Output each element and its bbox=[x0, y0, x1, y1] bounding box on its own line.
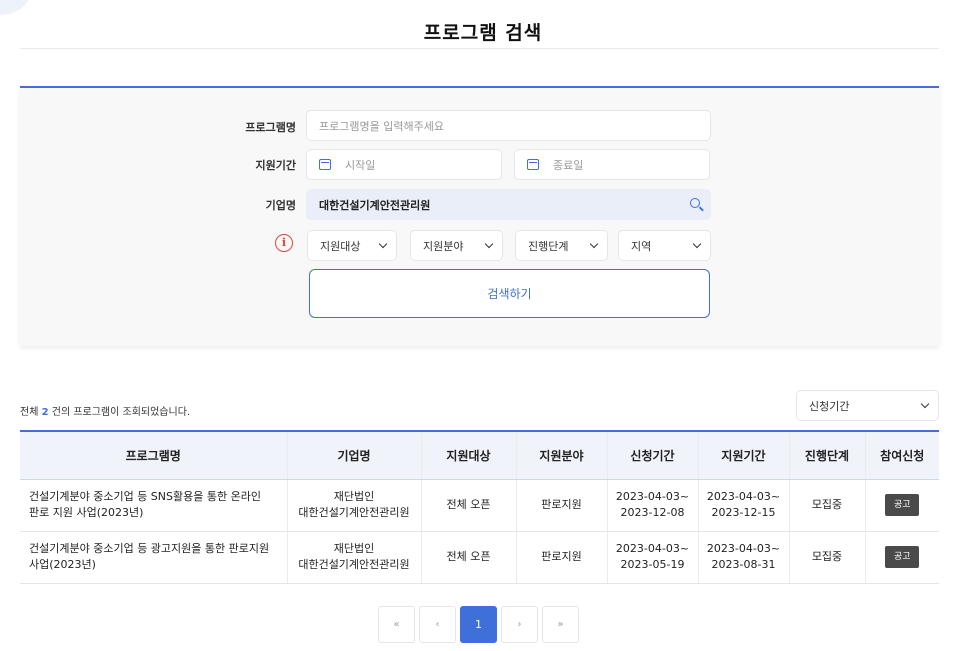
end-date-input[interactable]: 종료일 bbox=[514, 149, 710, 180]
company-line2: 대한건설기계안전관리원 bbox=[298, 506, 410, 519]
column-header-target: 지원대상 bbox=[421, 430, 517, 480]
search-panel: 프로그램명 프로그램명을 입력해주세요 지원기간 시작일 종료일 기업명 대한건… bbox=[20, 86, 939, 346]
start-date-placeholder: 시작일 bbox=[345, 158, 376, 172]
chevron-down-icon bbox=[692, 239, 702, 249]
company-line1: 재단법인 bbox=[333, 542, 375, 555]
sort-select[interactable]: 신청기간 bbox=[796, 390, 939, 421]
stage-select[interactable]: 진행단계 bbox=[515, 230, 608, 261]
stage-cell: 모집중 bbox=[789, 479, 866, 532]
apply-end: 2023-05-19 bbox=[620, 558, 685, 571]
table-row: 건설기계분야 중소기업 등 SNS활용을 통한 온라인 판로 지원 사업(202… bbox=[20, 479, 939, 532]
support-period-label: 지원기간 bbox=[255, 159, 296, 172]
chevron-down-icon bbox=[589, 239, 599, 249]
calendar-icon bbox=[319, 159, 331, 170]
field-select-value: 지원분야 bbox=[423, 239, 464, 253]
info-icon[interactable]: i bbox=[275, 234, 293, 252]
support-end: 2023-08-31 bbox=[711, 558, 776, 571]
table-header-row: 프로그램명 기업명 지원대상 지원분야 신청기간 지원기간 진행단계 참여신청 bbox=[20, 430, 939, 480]
chevron-down-icon bbox=[484, 239, 494, 249]
column-header-company: 기업명 bbox=[287, 430, 422, 480]
pagination: « ‹ 1 › » bbox=[378, 606, 579, 643]
notice-button[interactable]: 공고 bbox=[885, 494, 920, 516]
apply-cell: 공고 bbox=[865, 531, 939, 584]
support-start: 2023-04-03~ bbox=[706, 542, 781, 555]
column-header-apply: 참여신청 bbox=[865, 430, 939, 480]
next-page-button[interactable]: › bbox=[501, 606, 538, 643]
company-line2: 대한건설기계안전관리원 bbox=[298, 558, 410, 571]
support-period-cell: 2023-04-03~ 2023-12-15 bbox=[698, 479, 790, 532]
apply-period-cell: 2023-04-03~ 2023-12-08 bbox=[607, 479, 699, 532]
field-select[interactable]: 지원분야 bbox=[410, 230, 503, 261]
prev-page-button[interactable]: ‹ bbox=[419, 606, 456, 643]
company-label: 기업명 bbox=[265, 199, 296, 212]
last-page-button[interactable]: » bbox=[542, 606, 579, 643]
end-date-placeholder: 종료일 bbox=[553, 158, 584, 172]
stage-cell: 모집중 bbox=[789, 531, 866, 584]
result-count: 전체 2 건의 프로그램이 조회되었습니다. bbox=[20, 403, 190, 418]
target-select-value: 지원대상 bbox=[320, 239, 361, 253]
page-1-button[interactable]: 1 bbox=[460, 606, 497, 643]
start-date-input[interactable]: 시작일 bbox=[306, 149, 502, 180]
calendar-icon bbox=[527, 159, 539, 170]
company-input-value: 대한건설기계안전관리원 bbox=[319, 198, 431, 212]
first-page-button[interactable]: « bbox=[378, 606, 415, 643]
notice-button[interactable]: 공고 bbox=[885, 546, 920, 568]
apply-start: 2023-04-03~ bbox=[615, 542, 690, 555]
apply-period-cell: 2023-04-03~ 2023-05-19 bbox=[607, 531, 699, 584]
chevron-down-icon bbox=[378, 239, 388, 249]
program-name-cell[interactable]: 건설기계분야 중소기업 등 광고지원을 통한 판로지원 사업(2023년) bbox=[20, 531, 288, 584]
sort-select-value: 신청기간 bbox=[809, 399, 850, 413]
company-cell: 재단법인대한건설기계안전관리원 bbox=[287, 479, 422, 532]
column-header-field: 지원분야 bbox=[516, 430, 608, 480]
support-start: 2023-04-03~ bbox=[706, 490, 781, 503]
field-cell: 판로지원 bbox=[516, 479, 608, 532]
field-cell: 판로지원 bbox=[516, 531, 608, 584]
stage-select-value: 진행단계 bbox=[528, 239, 569, 253]
page-title: 프로그램 검색 bbox=[423, 22, 543, 44]
search-icon[interactable] bbox=[690, 198, 700, 208]
chevron-down-icon bbox=[920, 399, 930, 409]
apply-cell: 공고 bbox=[865, 479, 939, 532]
decorative-corner-shape bbox=[0, 0, 30, 15]
result-count-prefix: 전체 bbox=[20, 407, 39, 418]
support-period-cell: 2023-04-03~ 2023-08-31 bbox=[698, 531, 790, 584]
company-cell: 재단법인대한건설기계안전관리원 bbox=[287, 531, 422, 584]
results-table: 프로그램명 기업명 지원대상 지원분야 신청기간 지원기간 진행단계 참여신청 … bbox=[20, 430, 939, 584]
title-divider bbox=[20, 48, 939, 49]
search-button[interactable]: 검색하기 bbox=[309, 269, 710, 318]
column-header-support-period: 지원기간 bbox=[698, 430, 790, 480]
program-name-input[interactable]: 프로그램명을 입력해주세요 bbox=[306, 110, 711, 141]
table-row: 건설기계분야 중소기업 등 광고지원을 통한 판로지원 사업(2023년) 재단… bbox=[20, 531, 939, 584]
target-cell: 전체 오픈 bbox=[421, 479, 517, 532]
company-input[interactable]: 대한건설기계안전관리원 bbox=[306, 189, 711, 220]
region-select-value: 지역 bbox=[631, 239, 652, 253]
result-count-suffix: 건의 프로그램이 조회되었습니다. bbox=[51, 407, 191, 418]
apply-end: 2023-12-08 bbox=[620, 506, 685, 519]
region-select[interactable]: 지역 bbox=[618, 230, 711, 261]
column-header-apply-period: 신청기간 bbox=[607, 430, 699, 480]
program-name-placeholder: 프로그램명을 입력해주세요 bbox=[319, 119, 444, 133]
apply-start: 2023-04-03~ bbox=[615, 490, 690, 503]
support-end: 2023-12-15 bbox=[711, 506, 776, 519]
company-line1: 재단법인 bbox=[333, 490, 375, 503]
result-count-number: 2 bbox=[41, 407, 49, 418]
program-name-cell[interactable]: 건설기계분야 중소기업 등 SNS활용을 통한 온라인 판로 지원 사업(202… bbox=[20, 479, 288, 532]
target-select[interactable]: 지원대상 bbox=[307, 230, 397, 261]
program-name-label: 프로그램명 bbox=[245, 121, 296, 134]
column-header-program: 프로그램명 bbox=[20, 430, 288, 480]
target-cell: 전체 오픈 bbox=[421, 531, 517, 584]
column-header-stage: 진행단계 bbox=[789, 430, 866, 480]
